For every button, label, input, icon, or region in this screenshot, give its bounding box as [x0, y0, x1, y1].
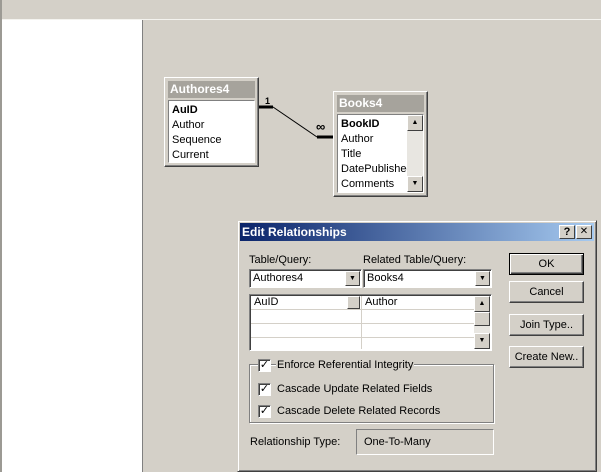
top-strip	[0, 0, 601, 20]
relationship-type-box: One-To-Many	[356, 429, 494, 455]
cancel-button[interactable]: Cancel	[509, 281, 584, 303]
left-edge	[0, 0, 2, 472]
table-query-combo[interactable]: Authores4 ▼	[249, 269, 362, 288]
arrow-down-icon[interactable]: ▼	[407, 176, 423, 192]
one-side-label: 1	[265, 96, 271, 106]
list-item[interactable]: Author	[172, 119, 204, 131]
help-button[interactable]: ?	[559, 225, 575, 239]
integrity-options-group: ✓ Enforce Referential Integrity ✓ Cascad…	[249, 359, 494, 423]
table-row[interactable]	[251, 310, 474, 324]
chevron-down-icon[interactable]: ▼	[345, 271, 360, 286]
vertical-scrollbar[interactable]: ▲ ▼	[407, 115, 423, 192]
table-row[interactable]	[251, 324, 474, 338]
scrollbar-thumb[interactable]	[474, 312, 490, 326]
chevron-down-icon[interactable]	[347, 296, 360, 309]
chevron-down-icon[interactable]: ▼	[475, 271, 490, 286]
list-item[interactable]: AuID	[172, 104, 198, 116]
arrow-up-icon[interactable]: ▲	[407, 115, 423, 131]
list-item[interactable]: Comments	[341, 178, 394, 190]
field-list-title[interactable]: Books4	[337, 95, 424, 112]
vertical-scrollbar[interactable]: ▲ ▼	[474, 296, 490, 349]
enforce-integrity-label[interactable]: Enforce Referential Integrity	[276, 359, 415, 371]
cascade-delete-label[interactable]: Cascade Delete Related Records	[276, 405, 442, 417]
related-table-label: Related Table/Query:	[363, 254, 467, 266]
dialog-title-bar[interactable]: Edit Relationships ? ✕	[240, 223, 594, 241]
ok-button[interactable]: OK	[509, 253, 584, 275]
list-item[interactable]: Current	[172, 149, 209, 161]
related-table-value: Books4	[367, 272, 404, 284]
enforce-integrity-checkbox[interactable]: ✓	[258, 359, 271, 372]
create-new-button[interactable]: Create New..	[509, 346, 584, 368]
related-table-combo[interactable]: Books4 ▼	[363, 269, 492, 288]
edit-relationships-dialog: Edit Relationships ? ✕ Table/Query: Rela…	[237, 220, 597, 472]
relationship-type-value: One-To-Many	[364, 436, 431, 448]
arrow-down-icon[interactable]: ▼	[474, 333, 490, 349]
relationship-type-label: Relationship Type:	[250, 436, 341, 448]
list-item[interactable]: Title	[341, 148, 361, 160]
field-list-title[interactable]: Authores4	[168, 81, 255, 98]
field-list-books4[interactable]: Books4 BookID Author Title DatePublishec…	[333, 91, 428, 197]
many-side-label: ∞	[316, 119, 326, 134]
list-item[interactable]: BookID	[341, 118, 380, 130]
cascade-delete-checkbox[interactable]: ✓	[258, 405, 271, 418]
field-list-body: AuID Author Sequence Current	[168, 100, 255, 163]
right-field-cell[interactable]: Author	[365, 296, 397, 308]
dialog-title: Edit Relationships	[242, 225, 347, 239]
table-query-label: Table/Query:	[249, 254, 312, 266]
field-list-authores4[interactable]: Authores4 AuID Author Sequence Current	[164, 77, 259, 167]
table-query-value: Authores4	[253, 272, 304, 284]
field-mapping-grid[interactable]: AuID Author ▲ ▼	[249, 294, 492, 351]
left-field-cell[interactable]: AuID	[254, 296, 278, 308]
cascade-update-label[interactable]: Cascade Update Related Fields	[276, 383, 434, 395]
list-item[interactable]: Author	[341, 133, 373, 145]
close-button[interactable]: ✕	[576, 225, 592, 239]
arrow-up-icon[interactable]: ▲	[474, 296, 490, 312]
list-item[interactable]: DatePublishec	[341, 163, 412, 175]
cascade-update-checkbox[interactable]: ✓	[258, 383, 271, 396]
left-pane	[0, 20, 143, 472]
table-row[interactable]: AuID Author	[251, 296, 474, 310]
list-item[interactable]: Sequence	[172, 134, 222, 146]
join-type-button[interactable]: Join Type..	[509, 314, 584, 336]
field-list-body: BookID Author Title DatePublishec Commen…	[337, 114, 424, 193]
